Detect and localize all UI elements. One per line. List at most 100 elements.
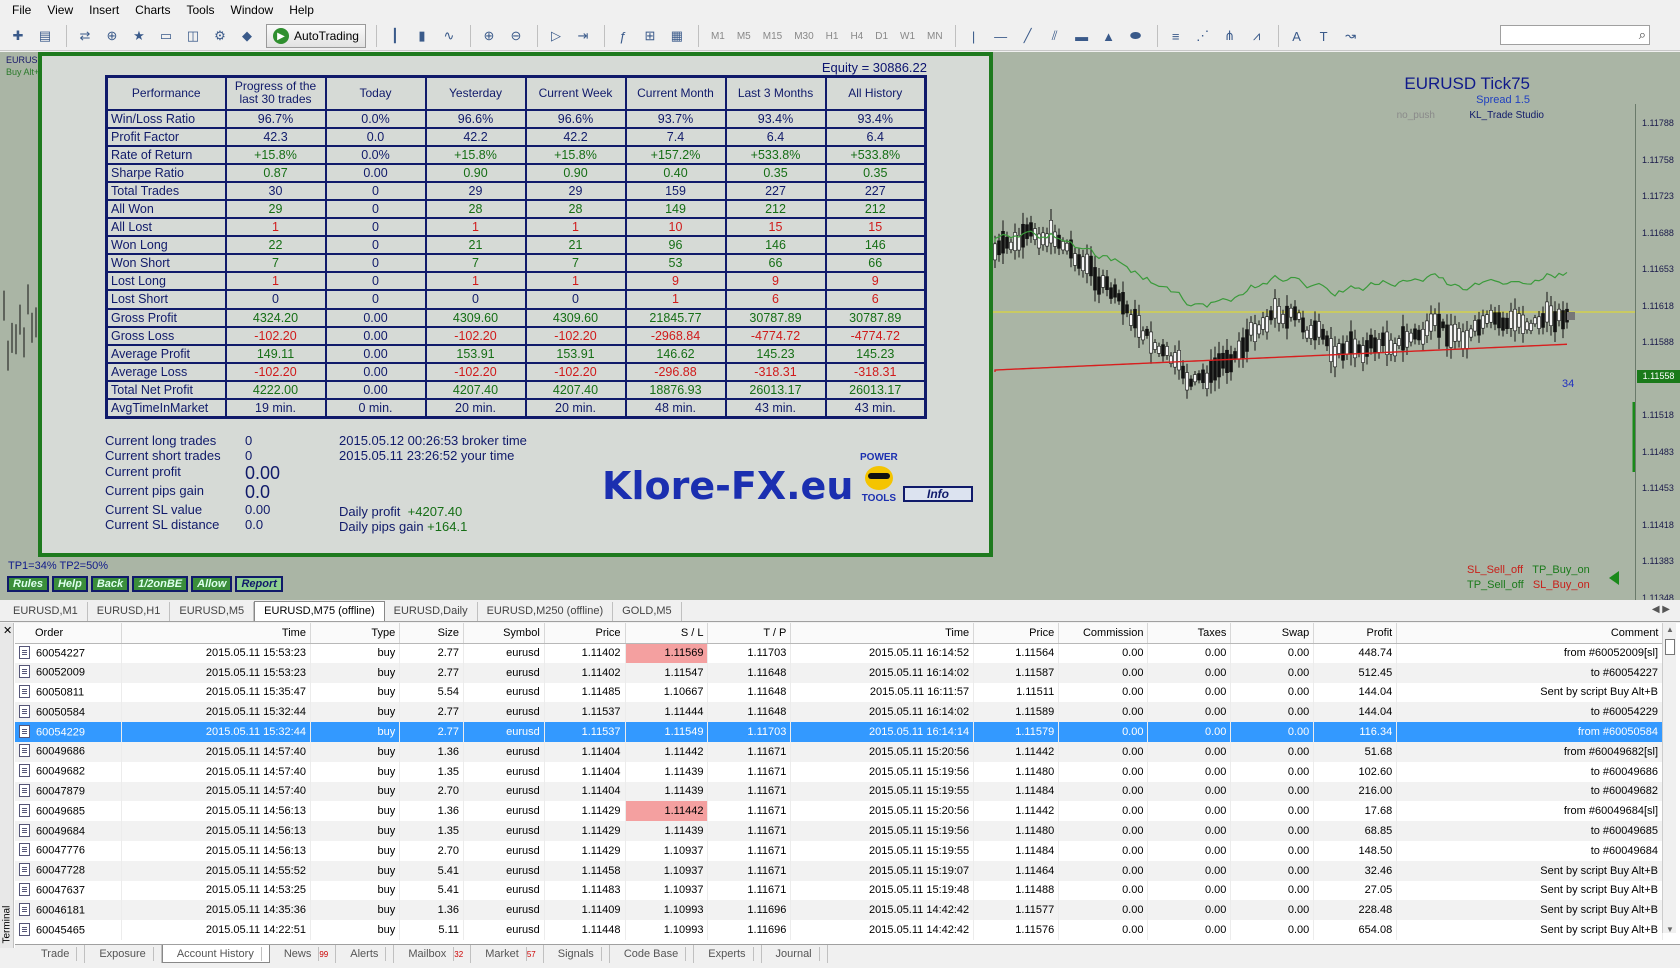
tab-scroll-arrows-icon[interactable]: ◀ ▶ bbox=[1652, 604, 1670, 615]
andrews-pitchfork-icon[interactable]: ⋔ bbox=[1218, 25, 1242, 47]
rectangle-icon[interactable]: ▬ bbox=[1070, 25, 1094, 47]
tp-sell-status[interactable]: TP_Sell_off bbox=[1467, 579, 1524, 591]
chart-shift-icon[interactable]: ⇥ bbox=[571, 25, 595, 47]
terminal-tab[interactable]: Code Base bbox=[610, 945, 695, 963]
triangle-icon[interactable]: ▲ bbox=[1097, 25, 1121, 47]
templates-icon[interactable]: ▦ bbox=[665, 25, 689, 47]
table-row[interactable]: 60054229 2015.05.11 15:32:44 buy 2.77 eurusd… bbox=[15, 722, 1663, 742]
horizontal-line-icon[interactable]: — bbox=[989, 25, 1013, 47]
autotrading-button[interactable]: ▶ AutoTrading bbox=[266, 24, 366, 48]
text-icon[interactable]: A bbox=[1285, 25, 1309, 47]
new-chart-icon[interactable]: ✚ bbox=[6, 25, 30, 47]
chart-tab[interactable]: EURUSD,M1 bbox=[4, 602, 88, 621]
table-row[interactable]: 60049684 2015.05.11 14:56:13 buy 1.35 eurusd… bbox=[15, 821, 1663, 841]
search-icon[interactable]: ⌕ bbox=[1639, 27, 1646, 43]
column-header[interactable]: Swap bbox=[1230, 623, 1315, 644]
column-header[interactable]: Time bbox=[121, 623, 311, 644]
chart-tab[interactable]: EURUSD,Daily bbox=[385, 602, 478, 621]
terminal-tab[interactable]: News 99 bbox=[270, 945, 337, 963]
timeframe-m30[interactable]: M30 bbox=[794, 31, 813, 42]
column-header[interactable]: Profit bbox=[1313, 623, 1398, 644]
column-header[interactable]: Symbol bbox=[463, 623, 545, 644]
column-header[interactable]: Time bbox=[790, 623, 975, 644]
table-row[interactable]: 60046181 2015.05.11 14:35:36 buy 1.36 eurusd… bbox=[15, 900, 1663, 921]
navigator-icon[interactable]: ★ bbox=[127, 25, 151, 47]
data-window-icon[interactable]: ⊕ bbox=[100, 25, 124, 47]
column-header[interactable]: Size bbox=[399, 623, 465, 644]
menu-file[interactable]: File bbox=[4, 0, 39, 21]
profiles-icon[interactable]: ▤ bbox=[33, 25, 57, 47]
metaeditor-icon[interactable]: ◆ bbox=[235, 25, 259, 47]
timeframe-h4[interactable]: H4 bbox=[850, 31, 863, 42]
rules-button[interactable]: Rules bbox=[7, 576, 49, 592]
terminal-tab[interactable]: Exposure bbox=[85, 945, 162, 963]
terminal-tab[interactable]: Trade bbox=[27, 945, 86, 963]
chart-tab[interactable]: GOLD,M5 bbox=[613, 602, 682, 621]
zoom-in-icon[interactable]: ⊕ bbox=[477, 25, 501, 47]
scroll-down-icon[interactable]: ▼ bbox=[1666, 925, 1674, 934]
timeframe-m15[interactable]: M15 bbox=[763, 31, 782, 42]
periods-icon[interactable]: ⊞ bbox=[638, 25, 662, 47]
market-watch-icon[interactable]: ⇄ bbox=[73, 25, 97, 47]
tp-buy-status[interactable]: TP_Buy_on bbox=[1532, 564, 1589, 576]
scroll-thumb[interactable] bbox=[1665, 639, 1675, 655]
vertical-scrollbar[interactable]: ▲ ▼ bbox=[1662, 623, 1676, 934]
search-input[interactable]: ⌕ bbox=[1500, 25, 1650, 45]
terminal-icon[interactable]: ▭ bbox=[154, 25, 178, 47]
table-row[interactable]: 60047879 2015.05.11 14:57:40 buy 2.70 eurusd… bbox=[15, 781, 1663, 802]
column-header[interactable]: Type bbox=[310, 623, 401, 644]
column-header[interactable]: Taxes bbox=[1147, 623, 1232, 644]
timeframe-h1[interactable]: H1 bbox=[826, 31, 839, 42]
table-row[interactable]: 60049682 2015.05.11 14:57:40 buy 1.35 eurusd… bbox=[15, 761, 1663, 782]
column-header[interactable]: T / P bbox=[707, 623, 792, 644]
column-header[interactable]: Order bbox=[15, 623, 122, 644]
column-header[interactable]: Price bbox=[973, 623, 1060, 644]
allow-button[interactable]: Allow bbox=[191, 576, 233, 592]
chart-tab[interactable]: EURUSD,M250 (offline) bbox=[478, 602, 614, 621]
column-header[interactable]: S / L bbox=[625, 623, 709, 644]
terminal-tab[interactable]: Account History bbox=[161, 945, 270, 963]
help-button[interactable]: Help bbox=[51, 576, 88, 592]
scroll-up-icon[interactable]: ▲ bbox=[1666, 625, 1674, 634]
column-header[interactable]: Comment bbox=[1396, 623, 1663, 644]
elliott-wave-icon[interactable]: ⩘ bbox=[1245, 25, 1269, 47]
info-button[interactable]: Info bbox=[903, 486, 973, 502]
terminal-tab[interactable]: Experts bbox=[694, 945, 762, 963]
table-row[interactable]: 60047637 2015.05.11 14:53:25 buy 5.41 eurusd… bbox=[15, 880, 1663, 901]
terminal-tab[interactable]: Alerts bbox=[336, 945, 395, 963]
menu-charts[interactable]: Charts bbox=[127, 0, 178, 21]
cursor-icon[interactable]: | bbox=[962, 25, 986, 47]
report-button[interactable]: Report bbox=[235, 576, 283, 592]
candlestick-icon[interactable]: ▮ bbox=[410, 25, 434, 47]
half-on-be-button[interactable]: 1/2onBE bbox=[132, 576, 189, 592]
chart-tab[interactable]: EURUSD,M5 bbox=[170, 602, 255, 621]
fibo-fan-icon[interactable]: ⋰ bbox=[1191, 25, 1215, 47]
autoscroll-icon[interactable]: ▷ bbox=[544, 25, 568, 47]
arrows-icon[interactable]: ↝ bbox=[1339, 25, 1363, 47]
column-header[interactable]: Price bbox=[544, 623, 626, 644]
sl-buy-status[interactable]: SL_Buy_on bbox=[1533, 579, 1590, 591]
table-row[interactable]: 60049686 2015.05.11 14:57:40 buy 1.36 eurusd… bbox=[15, 741, 1663, 762]
table-row[interactable]: 60045465 2015.05.11 14:22:51 buy 5.11 eurusd… bbox=[15, 920, 1663, 940]
menu-view[interactable]: View bbox=[39, 0, 81, 21]
menu-help[interactable]: Help bbox=[281, 0, 322, 21]
terminal-tab[interactable]: Journal bbox=[762, 945, 828, 963]
timeframe-m1[interactable]: M1 bbox=[711, 31, 725, 42]
zoom-out-icon[interactable]: ⊖ bbox=[504, 25, 528, 47]
menu-insert[interactable]: Insert bbox=[81, 0, 127, 21]
terminal-tab[interactable]: Market 57 bbox=[471, 945, 544, 963]
timeframe-m5[interactable]: M5 bbox=[737, 31, 751, 42]
terminal-tab[interactable]: Mailbox 32 bbox=[394, 945, 472, 963]
text-label-icon[interactable]: T bbox=[1312, 25, 1336, 47]
indicators-icon[interactable]: ƒ bbox=[611, 25, 635, 47]
column-header[interactable]: Commission bbox=[1058, 623, 1149, 644]
table-row[interactable]: 60047728 2015.05.11 14:55:52 buy 5.41 eurusd… bbox=[15, 860, 1663, 881]
table-row[interactable]: 60047776 2015.05.11 14:56:13 buy 2.70 eurusd… bbox=[15, 840, 1663, 861]
terminal-tab[interactable]: Signals bbox=[544, 945, 610, 963]
back-button[interactable]: Back bbox=[90, 576, 130, 592]
table-row[interactable]: 60054227 2015.05.11 15:53:23 buy 2.77 eurusd… bbox=[15, 643, 1663, 663]
close-icon[interactable]: ✕ bbox=[3, 624, 12, 637]
bar-chart-icon[interactable]: ┃ bbox=[383, 25, 407, 47]
chart-tab[interactable]: EURUSD,H1 bbox=[88, 602, 171, 621]
options-icon[interactable]: ⚙ bbox=[208, 25, 232, 47]
